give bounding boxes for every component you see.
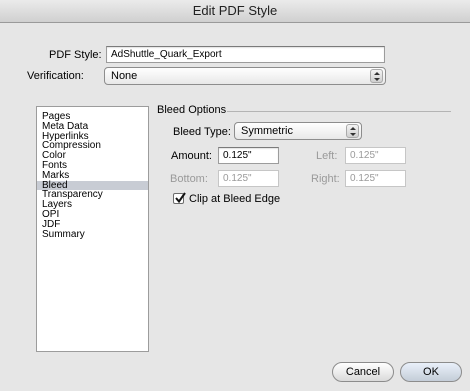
group-divider	[227, 111, 451, 112]
sidebar-item-summary[interactable]: Summary	[37, 229, 148, 240]
pdf-style-sections-list[interactable]: Pages Meta Data Hyperlinks Compression Color…	[36, 106, 149, 352]
left-label: Left:	[316, 150, 338, 162]
bleed-type-popup[interactable]: Symmetric	[234, 122, 362, 140]
edit-pdf-style-dialog: Edit PDF Style PDF Style: AdShuttle_Quar…	[0, 0, 470, 391]
right-label: Right:	[311, 173, 340, 185]
verification-label: Verification:	[27, 70, 84, 82]
popup-arrows-icon	[346, 124, 359, 138]
window-title: Edit PDF Style	[0, 0, 470, 23]
bottom-field[interactable]: 0.125"	[218, 170, 279, 187]
pdf-style-label: PDF Style:	[49, 49, 102, 61]
checkmark-icon	[175, 192, 186, 204]
bleed-type-popup-value: Symmetric	[241, 125, 293, 137]
right-field[interactable]: 0.125"	[345, 170, 406, 187]
popup-arrows-icon	[370, 69, 383, 83]
cancel-button[interactable]: Cancel	[332, 362, 394, 382]
bleed-type-label: Bleed Type:	[173, 126, 231, 138]
verification-popup-value: None	[111, 70, 138, 82]
pdf-style-name-field[interactable]: AdShuttle_Quark_Export	[106, 46, 385, 63]
amount-label: Amount:	[171, 150, 212, 162]
left-field[interactable]: 0.125"	[345, 147, 406, 164]
clip-at-bleed-edge-label: Clip at Bleed Edge	[189, 193, 281, 205]
bleed-options-group-title: Bleed Options	[157, 104, 227, 116]
clip-at-bleed-edge-checkbox[interactable]	[173, 192, 186, 204]
verification-popup[interactable]: None	[104, 67, 386, 85]
bottom-label: Bottom:	[170, 173, 208, 185]
amount-field[interactable]: 0.125"	[218, 147, 279, 164]
ok-button[interactable]: OK	[400, 362, 462, 382]
